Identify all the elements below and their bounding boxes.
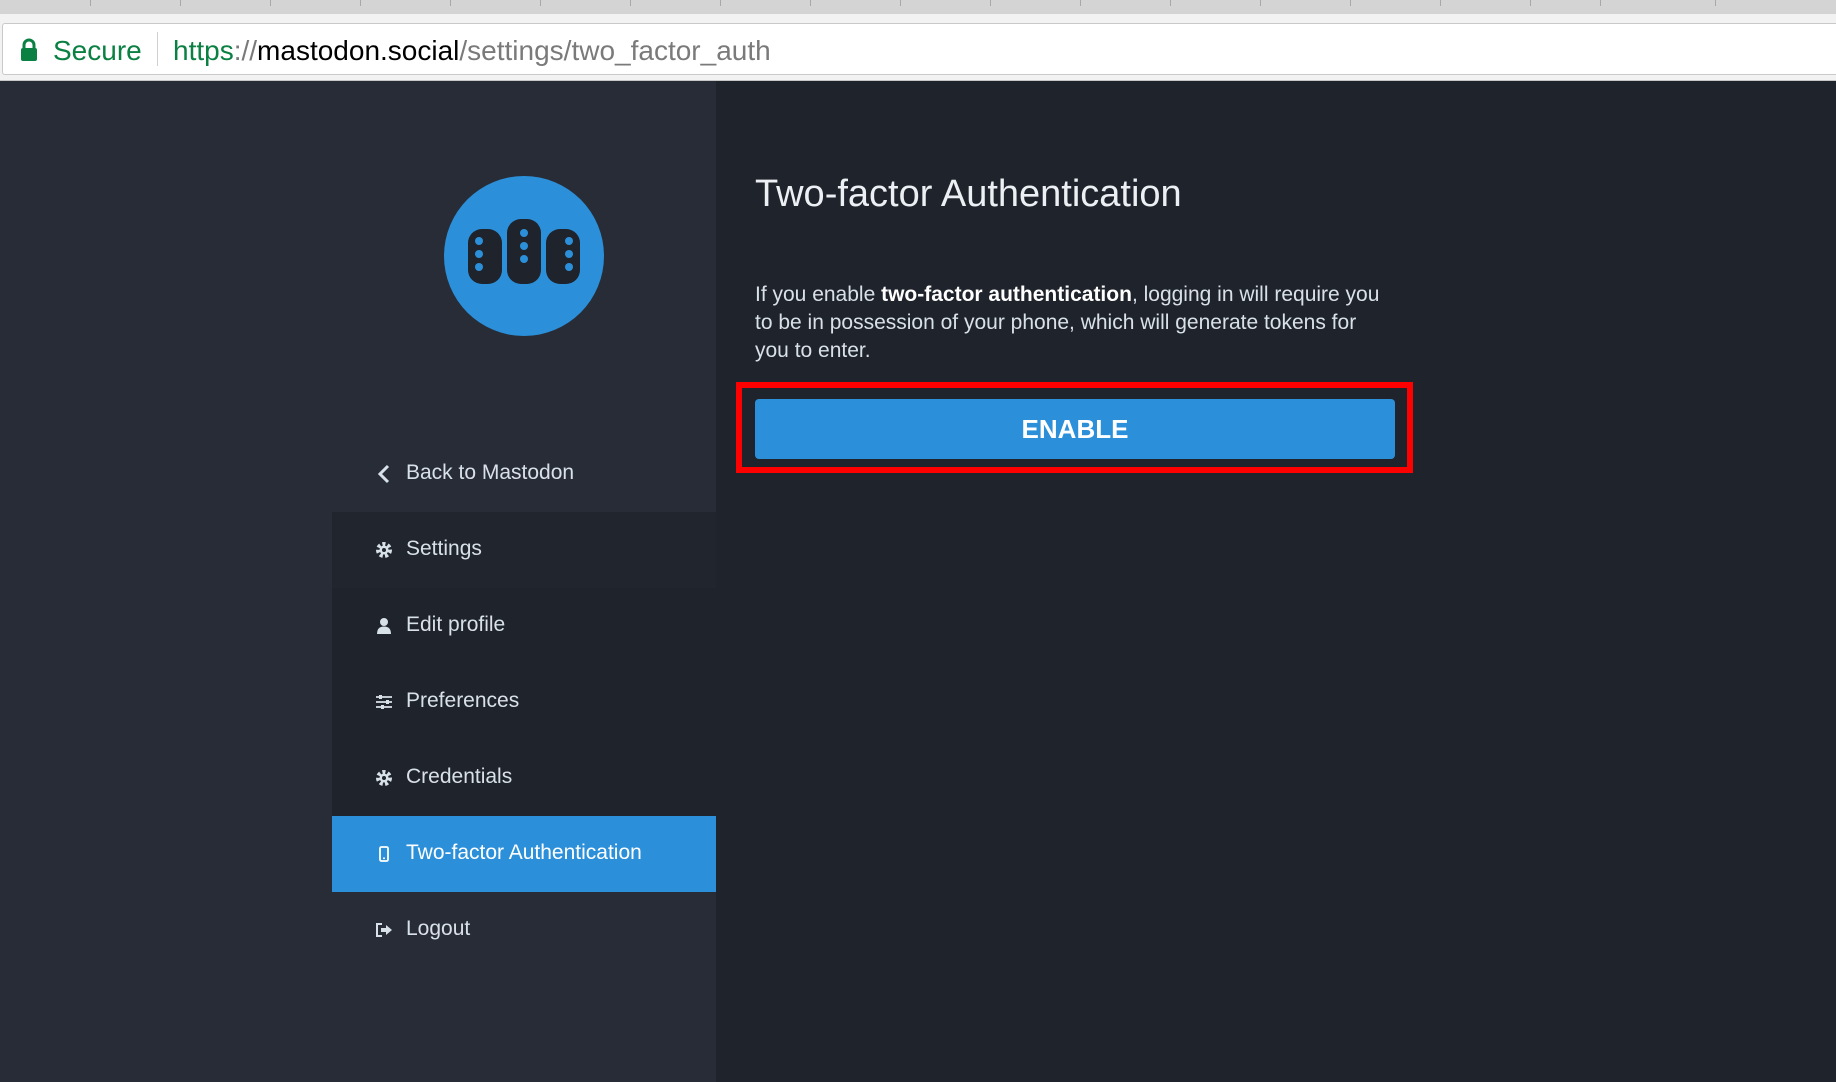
chevron-left-icon — [374, 464, 394, 484]
sidebar-item-preferences[interactable]: Preferences — [332, 664, 716, 740]
tab-divider — [900, 0, 901, 6]
url-separator: :// — [233, 35, 258, 66]
sidebar-item-two-factor-authentication[interactable]: Two-factor Authentication — [332, 816, 716, 892]
url-omnibox[interactable]: Secure https://mastodon.social/settings/… — [2, 23, 1836, 75]
url-scheme: https — [173, 35, 234, 66]
tab-divider — [630, 0, 631, 6]
browser-tab-strip — [0, 0, 1836, 15]
content-area — [716, 81, 1836, 1082]
tab-divider — [1260, 0, 1261, 6]
tab-divider — [1080, 0, 1081, 6]
browser-address-bar: Secure https://mastodon.social/settings/… — [0, 14, 1836, 81]
secure-label: Secure — [53, 35, 142, 66]
sidebar-item-credentials[interactable]: Credentials — [332, 740, 716, 816]
tab-divider — [810, 0, 811, 6]
description-emphasis: two-factor authentication — [881, 283, 1132, 306]
mastodon-logo[interactable] — [444, 176, 604, 336]
lock-icon — [21, 38, 37, 61]
enable-button[interactable]: ENABLE — [755, 399, 1395, 459]
sign-out-icon — [374, 920, 394, 940]
tab-divider — [180, 0, 181, 6]
tab-divider — [90, 0, 91, 6]
tab-divider — [270, 0, 271, 6]
tab-divider — [990, 0, 991, 6]
tab-divider — [1530, 0, 1531, 6]
description-text: If you enable — [755, 283, 882, 306]
tab-divider — [360, 0, 361, 6]
sidebar-item-logout[interactable]: Logout — [332, 892, 716, 968]
tab-divider — [450, 0, 451, 6]
omnibox-divider — [157, 32, 158, 66]
settings-navigation: Back to Mastodon Settings Edit profile P… — [332, 436, 716, 968]
sidebar-item-back-to-mastodon[interactable]: Back to Mastodon — [332, 436, 716, 512]
mastodon-logo-icon — [468, 219, 580, 284]
user-icon — [374, 616, 394, 636]
tab-divider — [1440, 0, 1441, 6]
url-text[interactable]: https://mastodon.social/settings/two_fac… — [173, 35, 771, 67]
settings-page: Back to Mastodon Settings Edit profile P… — [0, 81, 1836, 1082]
tab-divider — [1350, 0, 1351, 6]
sidebar-item-settings[interactable]: Settings — [332, 512, 716, 588]
sidebar-item-label: Two-factor Authentication — [406, 841, 642, 864]
tab-divider — [1170, 0, 1171, 6]
sliders-icon — [374, 692, 394, 712]
sidebar-item-label: Edit profile — [406, 613, 506, 636]
sidebar-item-label: Credentials — [406, 765, 513, 788]
two-factor-description: If you enable two-factor authentication,… — [755, 281, 1395, 365]
sidebar-item-label: Back to Mastodon — [406, 461, 575, 484]
url-host: mastodon.social — [257, 35, 460, 66]
sidebar-item-edit-profile[interactable]: Edit profile — [332, 588, 716, 664]
tab-divider — [1715, 0, 1716, 6]
tab-divider — [720, 0, 721, 6]
sidebar-item-label: Logout — [406, 917, 471, 940]
gear-icon — [374, 768, 394, 788]
mobile-phone-icon — [374, 844, 394, 864]
tab-divider — [1600, 0, 1601, 6]
url-path: /settings/two_factor_auth — [459, 35, 771, 66]
sidebar-item-label: Settings — [406, 537, 482, 560]
page-title: Two-factor Authentication — [755, 173, 1182, 215]
gear-icon — [374, 540, 394, 560]
sidebar-item-label: Preferences — [406, 689, 520, 712]
tab-divider — [540, 0, 541, 6]
